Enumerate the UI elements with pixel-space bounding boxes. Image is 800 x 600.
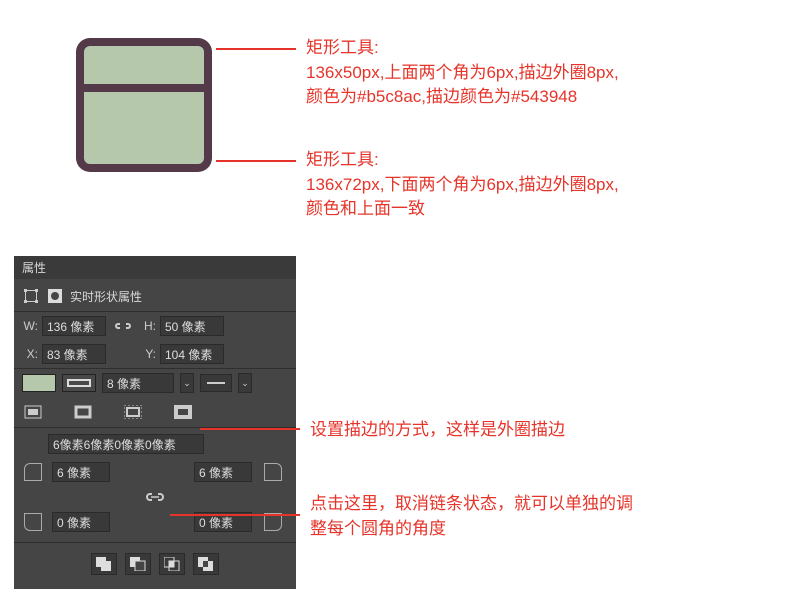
- shape-ops-row: [14, 543, 296, 575]
- callout-bottom: 矩形工具: 136x72px,下面两个角为6px,描边外圈8px, 颜色和上面一…: [306, 148, 776, 222]
- stroke-width-dropdown[interactable]: ⌄: [180, 373, 194, 393]
- op-subtract[interactable]: [125, 553, 151, 575]
- link-wh-icon[interactable]: [112, 317, 134, 335]
- stroke-align-inside[interactable]: [22, 403, 44, 421]
- callout-stroke-align: 设置描边的方式，这样是外圈描边: [310, 418, 565, 443]
- height-input[interactable]: [160, 316, 224, 336]
- callout-link-note: 点击这里，取消链条状态，就可以单独的调 整每个圆角的角度: [310, 492, 780, 541]
- corner-tl-icon[interactable]: [24, 463, 42, 481]
- lead-line: [216, 160, 296, 162]
- callout-top: 矩形工具: 136x50px,上面两个角为6px,描边外圈8px, 颜色为#b5…: [306, 36, 776, 110]
- h-label: H:: [140, 319, 156, 333]
- corner-bottom-row: [14, 508, 296, 536]
- callout-text: 整每个圆角的角度: [310, 517, 780, 542]
- properties-panel: 属性 实时形状属性 W: H: X: Y:: [14, 256, 296, 589]
- x-label: X:: [22, 347, 38, 361]
- fill-stroke-row: ⌄ ⌄: [14, 369, 296, 397]
- y-input[interactable]: [160, 344, 224, 364]
- stroke-align-center2[interactable]: [122, 403, 144, 421]
- op-intersect[interactable]: [159, 553, 185, 575]
- lead-line: [216, 48, 296, 50]
- callout-desc: 颜色为#b5c8ac,描边颜色为#543948: [306, 85, 776, 110]
- corner-bl-input[interactable]: [52, 512, 110, 532]
- bounding-box-icon[interactable]: [22, 287, 40, 305]
- corner-bl-icon[interactable]: [24, 513, 42, 531]
- fill-swatch[interactable]: [22, 374, 56, 392]
- panel-subtitle: 实时形状属性: [70, 288, 142, 305]
- y-label: Y:: [140, 347, 156, 361]
- stroke-style-chevron[interactable]: ⌄: [238, 373, 252, 393]
- rect-top: [76, 38, 212, 88]
- corner-top-row: [14, 458, 296, 486]
- callout-title: 矩形工具:: [306, 36, 776, 61]
- stroke-style-dropdown[interactable]: [200, 374, 232, 392]
- callout-desc: 颜色和上面一致: [306, 197, 776, 222]
- callout-title: 矩形工具:: [306, 148, 776, 173]
- stroke-width-input[interactable]: [102, 373, 174, 393]
- stroke-swatch[interactable]: [62, 374, 96, 392]
- op-unite[interactable]: [91, 553, 117, 575]
- stroke-align-row: [14, 397, 296, 427]
- corner-tr-input[interactable]: [194, 462, 252, 482]
- w-label: W:: [22, 319, 38, 333]
- shape-illustration: [76, 38, 212, 172]
- callout-text: 设置描边的方式，这样是外圈描边: [310, 420, 565, 439]
- op-exclude[interactable]: [193, 553, 219, 575]
- corner-tl-input[interactable]: [52, 462, 110, 482]
- callout-desc: 136x72px,下面两个角为6px,描边外圈8px,: [306, 173, 776, 198]
- position-row: X: Y:: [14, 340, 296, 368]
- link-corners-icon[interactable]: [144, 488, 166, 506]
- stroke-align-center[interactable]: [72, 403, 94, 421]
- panel-title: 属性: [14, 256, 296, 279]
- lead-line: [200, 428, 300, 430]
- width-input[interactable]: [42, 316, 106, 336]
- mask-icon[interactable]: [46, 287, 64, 305]
- rect-bottom: [76, 88, 212, 172]
- stroke-align-outside[interactable]: [172, 403, 194, 421]
- size-row: W: H:: [14, 312, 296, 340]
- callout-text: 点击这里，取消链条状态，就可以单独的调: [310, 492, 780, 517]
- corner-tr-icon[interactable]: [264, 463, 282, 481]
- corner-summary-input[interactable]: [48, 434, 204, 454]
- x-input[interactable]: [42, 344, 106, 364]
- lead-line: [170, 514, 300, 516]
- callout-desc: 136x50px,上面两个角为6px,描边外圈8px,: [306, 61, 776, 86]
